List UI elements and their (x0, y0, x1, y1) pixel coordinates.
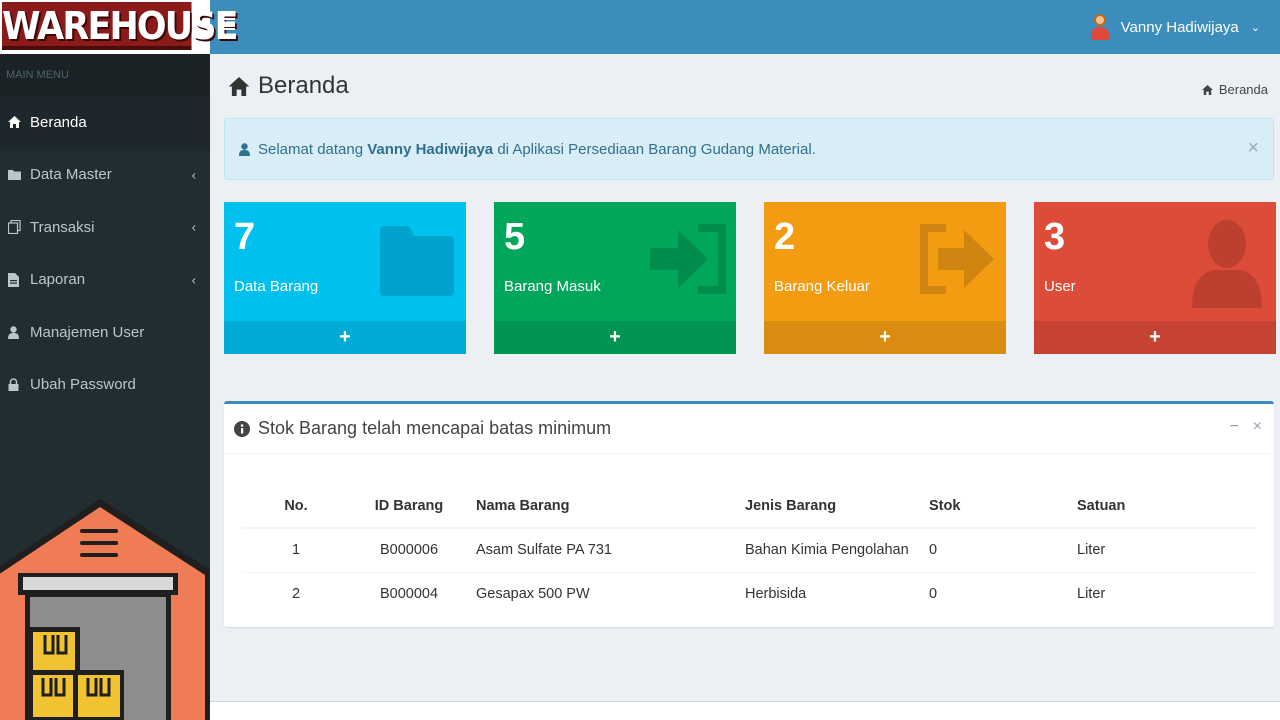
table-row: 2 B000004 Gesapax 500 PW Herbisida 0 Lit… (242, 571, 1256, 616)
user-name: Vanny Hadiwijaya (1120, 18, 1239, 36)
stock-minimum-panel: Stok Barang telah mencapai batas minimum… (224, 401, 1274, 627)
logo-text: WAREHOUSE (2, 2, 239, 50)
alert-suffix: di Aplikasi Persediaan Barang Gudang Mat… (497, 140, 816, 158)
alert-text: Selamat datang Vanny Hadiwijaya di Aplik… (258, 141, 816, 158)
stat-value: 5 (504, 216, 526, 258)
sidebar-item-transaksi[interactable]: Transaksi ‹ (0, 201, 210, 254)
sidebar-item-ubah-password[interactable]: Ubah Password (0, 359, 210, 412)
page-footer (210, 701, 1280, 720)
breadcrumb-item: Beranda (1218, 82, 1268, 97)
cell-no: 2 (242, 571, 350, 616)
stock-table: No. ID Barang Nama Barang Jenis Barang S… (242, 484, 1256, 616)
sidebar-item-label: Transaksi (30, 218, 95, 236)
folder-icon (380, 226, 454, 296)
stat-label: Barang Keluar (774, 278, 870, 295)
cell-nama: Asam Sulfate PA 731 (468, 527, 745, 572)
column-header: ID Barang (350, 484, 468, 529)
home-icon (1201, 84, 1213, 95)
column-header: No. (242, 484, 350, 529)
stat-label: Barang Masuk (504, 278, 601, 295)
folder-icon (8, 169, 30, 181)
user-icon (8, 326, 30, 339)
stat-more-button[interactable]: + (764, 321, 1006, 354)
panel-tools: − × (1229, 418, 1262, 436)
home-icon (228, 76, 250, 96)
sign-in-icon (650, 224, 726, 294)
lock-icon (8, 378, 30, 392)
cell-satuan: Liter (1077, 571, 1256, 616)
table-row: 1 B000006 Asam Sulfate PA 731 Bahan Kimi… (242, 527, 1256, 572)
user-avatar (1089, 13, 1111, 41)
user-icon (239, 142, 250, 156)
stat-box-user[interactable]: 3 User + (1034, 202, 1276, 354)
home-icon (8, 116, 30, 129)
sidebar-item-manajemen-user[interactable]: Manajemen User (0, 306, 210, 359)
sidebar-toggle-button[interactable] (222, 14, 236, 37)
cell-nama: Gesapax 500 PW (468, 571, 745, 616)
cell-no: 1 (242, 527, 350, 572)
stat-box-barang-masuk[interactable]: 5 Barang Masuk + (494, 202, 736, 354)
chevron-left-icon: ‹ (191, 167, 196, 183)
sidebar-section-title: MAIN MENU (0, 54, 210, 96)
chevron-left-icon: ‹ (191, 219, 196, 235)
sign-out-icon (920, 224, 994, 294)
cell-jenis: Herbisida (745, 571, 929, 616)
copy-icon (8, 220, 30, 235)
sidebar-item-label: Ubah Password (30, 376, 136, 394)
info-circle-icon (234, 420, 250, 437)
stat-more-button[interactable]: + (494, 321, 736, 354)
stat-value: 2 (774, 216, 796, 258)
cell-satuan: Liter (1077, 527, 1256, 572)
alert-close-button[interactable]: × (1247, 137, 1259, 160)
cell-id: B000004 (350, 571, 468, 616)
sidebar-item-label: Beranda (30, 113, 87, 131)
welcome-alert: Selamat datang Vanny Hadiwijaya di Aplik… (224, 118, 1274, 180)
chevron-left-icon: ‹ (191, 272, 196, 288)
user-menu[interactable]: Vanny Hadiwijaya ⌄ (1089, 0, 1260, 54)
sidebar-item-beranda[interactable]: Beranda (0, 96, 210, 149)
app-logo[interactable]: WAREHOUSE (0, 0, 239, 54)
cell-stok: 0 (929, 571, 1077, 616)
column-header: Nama Barang (468, 484, 745, 529)
sidebar-item-label: Laporan (30, 271, 86, 289)
column-header: Satuan (1077, 484, 1256, 529)
sidebar-item-label: Data Master (30, 166, 112, 184)
top-navbar: WAREHOUSE Vanny Hadiwijaya ⌄ (0, 0, 1280, 54)
minimize-button[interactable]: − (1229, 418, 1238, 436)
panel-header: Stok Barang telah mencapai batas minimum (224, 404, 1274, 454)
user-icon (1192, 220, 1262, 308)
panel-title: Stok Barang telah mencapai batas minimum (258, 418, 612, 438)
warehouse-illustration (0, 499, 210, 720)
page-title: Beranda (228, 72, 349, 100)
stat-box-barang-keluar[interactable]: 2 Barang Keluar + (764, 202, 1006, 354)
stat-value: 7 (234, 216, 256, 258)
alert-prefix: Selamat datang (258, 140, 364, 158)
file-icon (8, 272, 30, 287)
breadcrumb[interactable]: Beranda (1201, 82, 1268, 97)
chevron-down-icon: ⌄ (1250, 21, 1260, 34)
alert-user-name: Vanny Hadiwijaya (367, 140, 494, 158)
sidebar-item-data-master[interactable]: Data Master ‹ (0, 149, 210, 202)
cell-stok: 0 (929, 527, 1077, 572)
column-header: Jenis Barang (745, 484, 929, 529)
column-header: Stok (929, 484, 1077, 529)
cell-jenis: Bahan Kimia Pengolahan (745, 527, 929, 572)
stat-label: Data Barang (234, 278, 319, 295)
sidebar-item-laporan[interactable]: Laporan ‹ (0, 254, 210, 307)
stat-value: 3 (1044, 216, 1066, 258)
sidebar: MAIN MENU Beranda Data Master ‹ Transaks… (0, 54, 210, 720)
stat-box-data-barang[interactable]: 7 Data Barang + (224, 202, 466, 354)
stat-label: User (1044, 278, 1076, 295)
stat-more-button[interactable]: + (1034, 321, 1276, 354)
hamburger-icon (222, 18, 235, 30)
cell-id: B000006 (350, 527, 468, 572)
main-content: Beranda Beranda Selamat datang Vanny Had… (210, 54, 1280, 720)
sidebar-item-label: Manajemen User (30, 323, 145, 341)
stat-more-button[interactable]: + (224, 321, 466, 354)
page-title-text: Beranda (258, 72, 349, 99)
close-button[interactable]: × (1253, 418, 1262, 436)
table-header-row: No. ID Barang Nama Barang Jenis Barang S… (242, 484, 1256, 529)
